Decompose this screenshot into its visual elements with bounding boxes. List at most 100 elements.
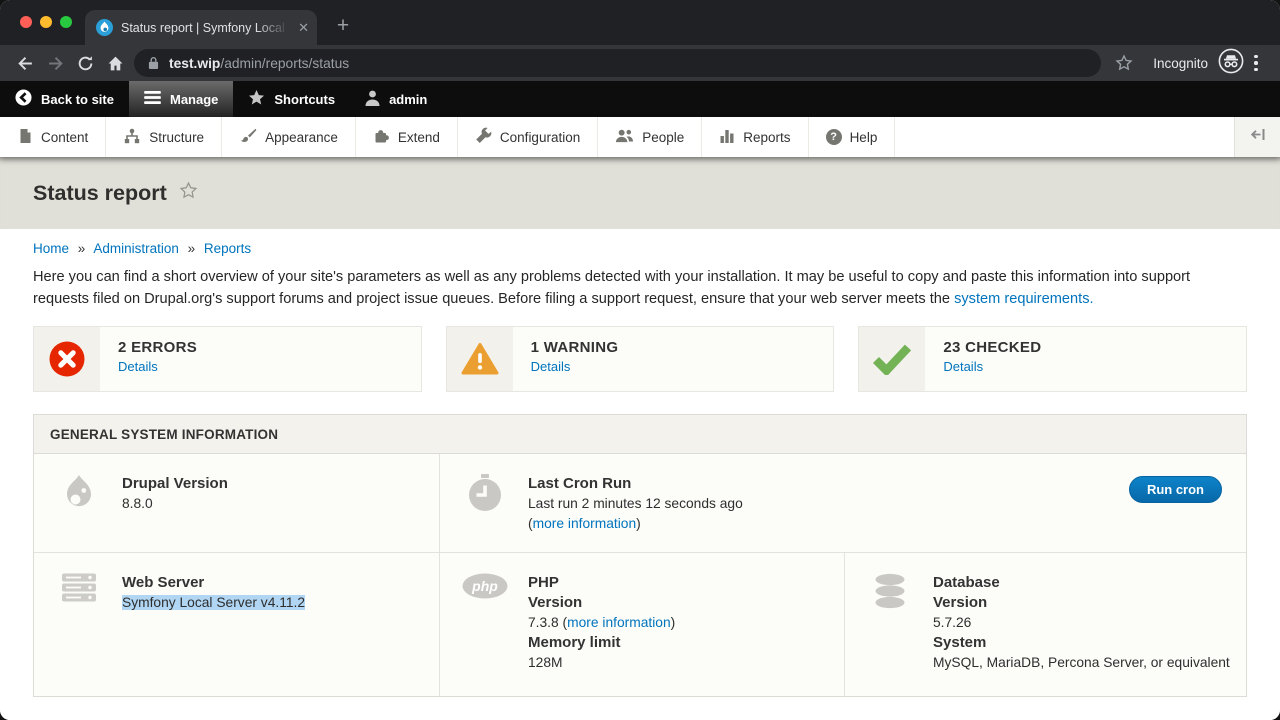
checked-details-link[interactable]: Details [943, 359, 983, 374]
back-to-site-label: Back to site [41, 92, 114, 107]
traffic-lights [20, 16, 72, 28]
browser-menu-icon[interactable] [1254, 55, 1258, 72]
main-content: Home » Administration » Reports Here you… [0, 229, 1280, 720]
paintbrush-icon [239, 128, 257, 146]
bar-chart-icon [719, 128, 735, 146]
forward-icon[interactable] [40, 49, 70, 77]
user-label: admin [389, 92, 427, 107]
hamburger-icon [144, 91, 161, 107]
menu-item-content[interactable]: Content [0, 117, 106, 157]
reload-icon[interactable] [70, 49, 100, 77]
favorite-star-icon[interactable] [178, 180, 199, 206]
back-to-site-icon [15, 89, 32, 109]
server-icon [56, 573, 102, 696]
window-minimize-button[interactable] [40, 16, 52, 28]
warning-icon [447, 327, 513, 391]
tab-title: Status report | Symfony Local Se [121, 21, 294, 35]
shortcuts-label: Shortcuts [274, 92, 335, 107]
document-icon [17, 128, 33, 147]
shortcuts-tab[interactable]: Shortcuts [233, 81, 350, 117]
puzzle-icon [373, 128, 390, 147]
new-tab-button[interactable]: + [330, 13, 356, 39]
database-icon [867, 573, 913, 696]
page-title: Status report [33, 181, 167, 206]
page-header: Status report [0, 157, 1280, 229]
user-menu[interactable]: admin [350, 81, 442, 117]
cron-title: Last Cron Run [528, 474, 743, 494]
collapse-arrow-icon [1250, 128, 1266, 146]
breadcrumb-separator: » [78, 241, 86, 256]
menu-item-extend[interactable]: Extend [356, 117, 458, 157]
drupal-admin-toolbar: Back to site Manage Shortcuts admin [0, 81, 1280, 117]
tab-strip: Status report | Symfony Local Se ✕ + [0, 0, 1280, 45]
bookmark-star-icon[interactable] [1109, 49, 1139, 77]
menu-item-help[interactable]: ? Help [809, 117, 896, 157]
drupal-favicon-icon [96, 19, 113, 36]
menu-item-configuration[interactable]: Configuration [458, 117, 598, 157]
section-title: GENERAL SYSTEM INFORMATION [34, 415, 1246, 454]
error-card: 2 ERRORS Details [33, 326, 422, 392]
menu-item-structure[interactable]: Structure [106, 117, 222, 157]
database-version-label: Version [933, 593, 1230, 613]
database-system-label: System [933, 633, 1230, 653]
menu-item-people[interactable]: People [598, 117, 702, 157]
menu-item-reports[interactable]: Reports [702, 117, 808, 157]
breadcrumb-separator: » [188, 241, 196, 256]
check-icon [859, 327, 925, 391]
window-close-button[interactable] [20, 16, 32, 28]
php-cell: php PHP Version 7.3.8 (more information)… [440, 553, 845, 696]
manage-tab[interactable]: Manage [129, 81, 233, 117]
address-bar[interactable]: test.wip/admin/reports/status [134, 49, 1101, 77]
browser-tab[interactable]: Status report | Symfony Local Se ✕ [85, 10, 317, 45]
last-cron-run-cell: Last Cron Run Last run 2 minutes 12 seco… [440, 454, 1246, 552]
admin-menu-bar: Content Structure Appearance Extend Conf… [0, 117, 1280, 157]
checked-count: 23 CHECKED [943, 339, 1041, 356]
cron-last-run: Last run 2 minutes 12 seconds ago [528, 494, 743, 514]
cron-more-information-link[interactable]: more information [533, 516, 637, 531]
php-version-value: 7.3.8 [528, 615, 559, 630]
breadcrumb-reports[interactable]: Reports [204, 241, 251, 256]
php-version-label: Version [528, 593, 675, 613]
checked-card: 23 CHECKED Details [858, 326, 1247, 392]
database-cell: Database Version 5.7.26 System MySQL, Ma… [845, 553, 1246, 696]
collapse-toolbar-button[interactable] [1234, 117, 1280, 157]
database-title: Database [933, 573, 1230, 593]
web-server-cell: Web Server Symfony Local Server v4.11.2 [34, 553, 440, 696]
error-details-link[interactable]: Details [118, 359, 158, 374]
database-system-value: MySQL, MariaDB, Percona Server, or equiv… [933, 653, 1230, 673]
error-icon [34, 327, 100, 391]
drupal-version-value: 8.8.0 [122, 494, 228, 514]
php-memory-label: Memory limit [528, 633, 675, 653]
incognito-badge-icon [1218, 48, 1244, 79]
back-to-site-button[interactable]: Back to site [0, 81, 129, 117]
shortcuts-star-icon [248, 90, 265, 109]
php-more-information-link[interactable]: more information [567, 615, 671, 630]
lock-icon[interactable] [148, 56, 159, 70]
system-requirements-link[interactable]: system requirements. [954, 291, 1094, 307]
breadcrumb-administration[interactable]: Administration [93, 241, 179, 256]
breadcrumb-home[interactable]: Home [33, 241, 69, 256]
warning-card: 1 WARNING Details [446, 326, 835, 392]
sitemap-icon [123, 128, 141, 147]
database-version-value: 5.7.26 [933, 613, 1230, 633]
php-title: PHP [528, 573, 675, 593]
breadcrumb: Home » Administration » Reports [33, 241, 1247, 256]
run-cron-button[interactable]: Run cron [1129, 476, 1222, 503]
back-icon[interactable] [10, 49, 40, 77]
browser-window: Status report | Symfony Local Se ✕ + tes… [0, 0, 1280, 720]
wrench-icon [475, 127, 492, 147]
tab-close-icon[interactable]: ✕ [298, 20, 309, 36]
home-icon[interactable] [100, 49, 130, 77]
web-server-value: Symfony Local Server v4.11.2 [122, 595, 305, 610]
help-icon: ? [826, 129, 842, 145]
user-icon [365, 90, 380, 109]
warning-count: 1 WARNING [531, 339, 619, 356]
intro-paragraph: Here you can find a short overview of yo… [33, 267, 1247, 310]
general-system-information-section: GENERAL SYSTEM INFORMATION Drupal Versio… [33, 414, 1247, 697]
window-zoom-button[interactable] [60, 16, 72, 28]
url-host: test.wip [169, 56, 220, 71]
warning-details-link[interactable]: Details [531, 359, 571, 374]
menu-item-appearance[interactable]: Appearance [222, 117, 356, 157]
web-server-title: Web Server [122, 573, 305, 593]
browser-toolbar: test.wip/admin/reports/status Incognito [0, 45, 1280, 81]
